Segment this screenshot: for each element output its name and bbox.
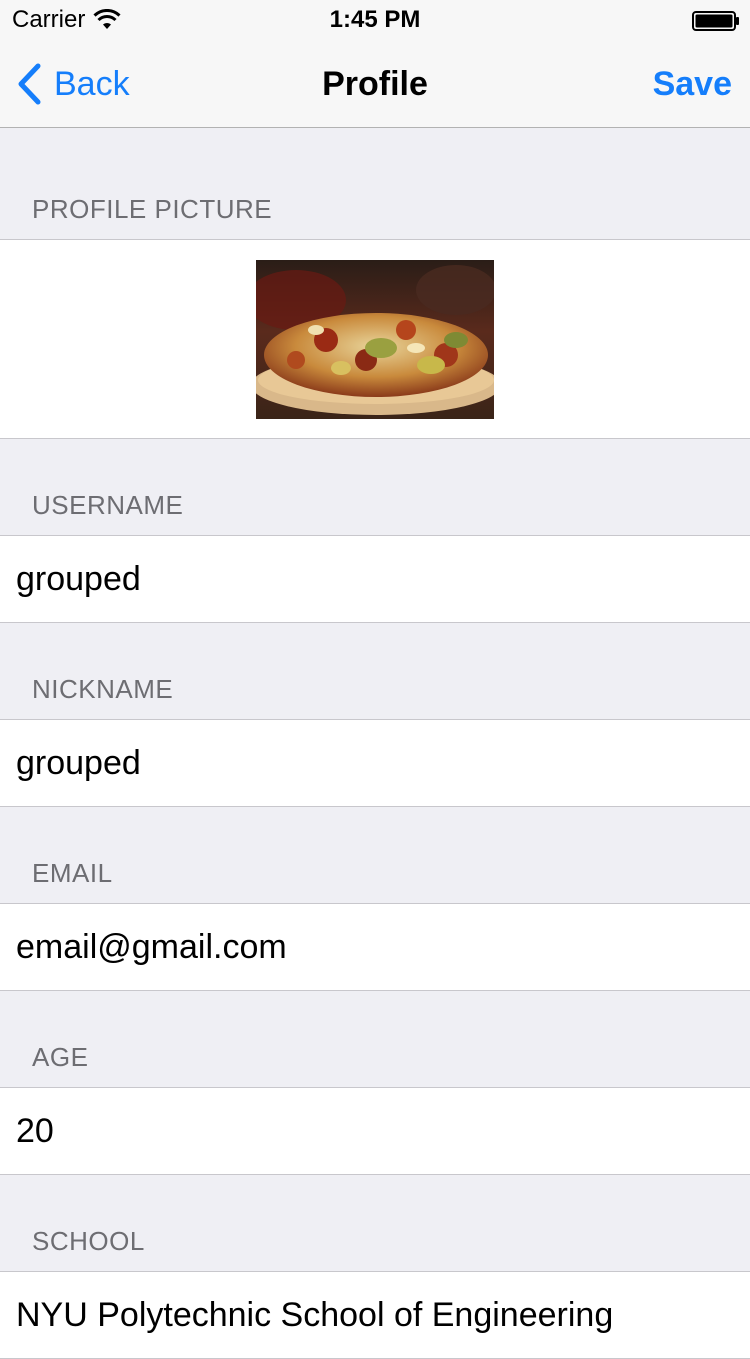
nickname-value: grouped (16, 743, 141, 782)
save-button[interactable]: Save (653, 64, 732, 104)
status-bar: Carrier 1:45 PM (0, 0, 750, 40)
section-header-profile-picture: PROFILE PICTURE (0, 128, 750, 240)
top-bar: Carrier 1:45 PM Back Profile Save (0, 0, 750, 128)
status-time: 1:45 PM (329, 6, 421, 33)
age-value: 20 (16, 1111, 54, 1150)
profile-picture-image[interactable] (256, 259, 494, 419)
section-header-username: USERNAME (0, 439, 750, 536)
page-title: Profile (322, 65, 428, 103)
email-field[interactable]: email@gmail.com (0, 904, 750, 991)
section-header-age: AGE (0, 991, 750, 1088)
profile-picture-cell[interactable] (0, 240, 750, 439)
nickname-field[interactable]: grouped (0, 720, 750, 807)
age-field[interactable]: 20 (0, 1088, 750, 1175)
section-header-email: EMAIL (0, 807, 750, 904)
school-field[interactable]: NYU Polytechnic School of Engineering (0, 1272, 750, 1359)
section-header-school: SCHOOL (0, 1175, 750, 1272)
email-value: email@gmail.com (16, 927, 287, 966)
navigation-bar: Back Profile Save (0, 40, 750, 128)
username-field[interactable]: grouped (0, 536, 750, 623)
username-value: grouped (16, 559, 141, 598)
school-value: NYU Polytechnic School of Engineering (16, 1295, 614, 1334)
battery-icon (692, 11, 739, 31)
profile-form: PROFILE PICTURE USERNAME grouped NICKNAM… (0, 128, 750, 1359)
section-header-nickname: NICKNAME (0, 623, 750, 720)
